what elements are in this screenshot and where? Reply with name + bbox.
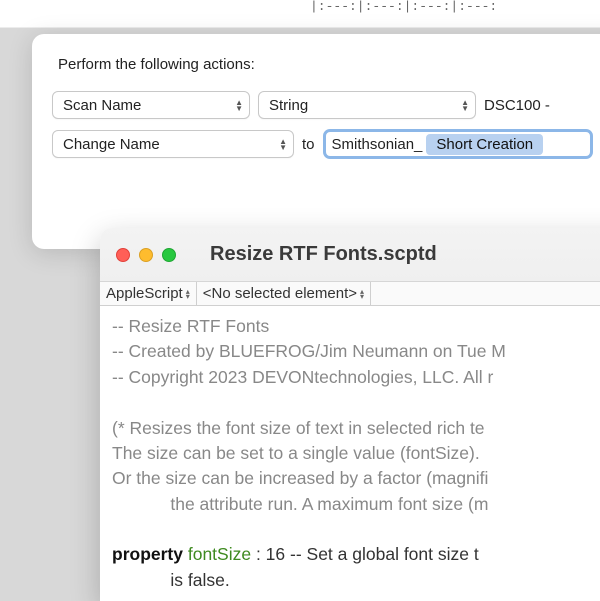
keyword-property: property <box>112 544 183 564</box>
rename-token-field[interactable]: Smithsonian_ Short Creation <box>323 129 593 159</box>
rule-row-1: Scan Name ▲▼ String ▲▼ DSC100 - <box>52 91 600 119</box>
titlebar: Resize RTF Fonts.scptd <box>100 228 600 282</box>
comment-line: -- Created by BLUEFROG/Jim Neumann on Tu… <box>112 341 506 361</box>
rename-panel: Perform the following actions: Scan Name… <box>32 34 600 249</box>
zoom-icon[interactable] <box>162 248 176 262</box>
chevron-updown-icon: ▲▼ <box>279 139 287 150</box>
chevron-updown-icon: ▲▼ <box>461 100 469 111</box>
select-label: <No selected element> <box>203 285 357 302</box>
script-editor-window: Resize RTF Fonts.scptd AppleScript ▴▾ <N… <box>100 228 600 601</box>
traffic-lights <box>116 248 176 262</box>
language-select[interactable]: AppleScript ▴▾ <box>100 282 197 305</box>
background-monospace: |:---:|:---:|:---:|:---: <box>0 0 600 28</box>
element-select[interactable]: <No selected element> ▴▾ <box>197 282 371 305</box>
match-type-select[interactable]: String ▲▼ <box>258 91 476 119</box>
action-select[interactable]: Change Name ▲▼ <box>52 130 294 158</box>
code-area[interactable]: -- Resize RTF Fonts -- Created by BLUEFR… <box>100 306 600 601</box>
code-text: : 16 -- Set a global font size t <box>251 544 479 564</box>
select-label: String <box>269 97 308 114</box>
comment-line: -- Copyright 2023 DEVONtechnologies, LLC… <box>112 367 493 387</box>
code-text <box>112 570 170 590</box>
comment-line: (* Resizes the font size of text in sele… <box>112 418 485 438</box>
editor-toolbar: AppleScript ▴▾ <No selected element> ▴▾ <box>100 282 600 306</box>
rule-row-2: Change Name ▲▼ to Smithsonian_ Short Cre… <box>52 129 600 159</box>
window-title: Resize RTF Fonts.scptd <box>210 243 437 266</box>
chevron-updown-icon: ▴▾ <box>186 289 190 299</box>
var-fontsize: fontSize <box>188 544 251 564</box>
select-label: Scan Name <box>63 97 141 114</box>
chevron-updown-icon: ▲▼ <box>235 100 243 111</box>
close-icon[interactable] <box>116 248 130 262</box>
comment-line: The size can be set to a single value (f… <box>112 443 480 463</box>
select-label: Change Name <box>63 136 160 153</box>
comment-line: Or the size can be increased by a factor… <box>112 468 488 488</box>
comment-line: -- Resize RTF Fonts <box>112 316 269 336</box>
to-label: to <box>302 136 315 153</box>
actions-heading: Perform the following actions: <box>58 56 600 73</box>
comment-line <box>112 494 170 514</box>
chevron-updown-icon: ▴▾ <box>360 289 364 299</box>
code-text: is false. <box>170 570 229 590</box>
token-pill[interactable]: Short Creation <box>426 134 543 155</box>
scan-field-select[interactable]: Scan Name ▲▼ <box>52 91 250 119</box>
token-text: Smithsonian_ <box>332 136 423 153</box>
minimize-icon[interactable] <box>139 248 153 262</box>
trailing-value: DSC100 - <box>484 97 550 114</box>
comment-line: the attribute run. A maximum font size (… <box>170 494 488 514</box>
select-label: AppleScript <box>106 285 183 302</box>
